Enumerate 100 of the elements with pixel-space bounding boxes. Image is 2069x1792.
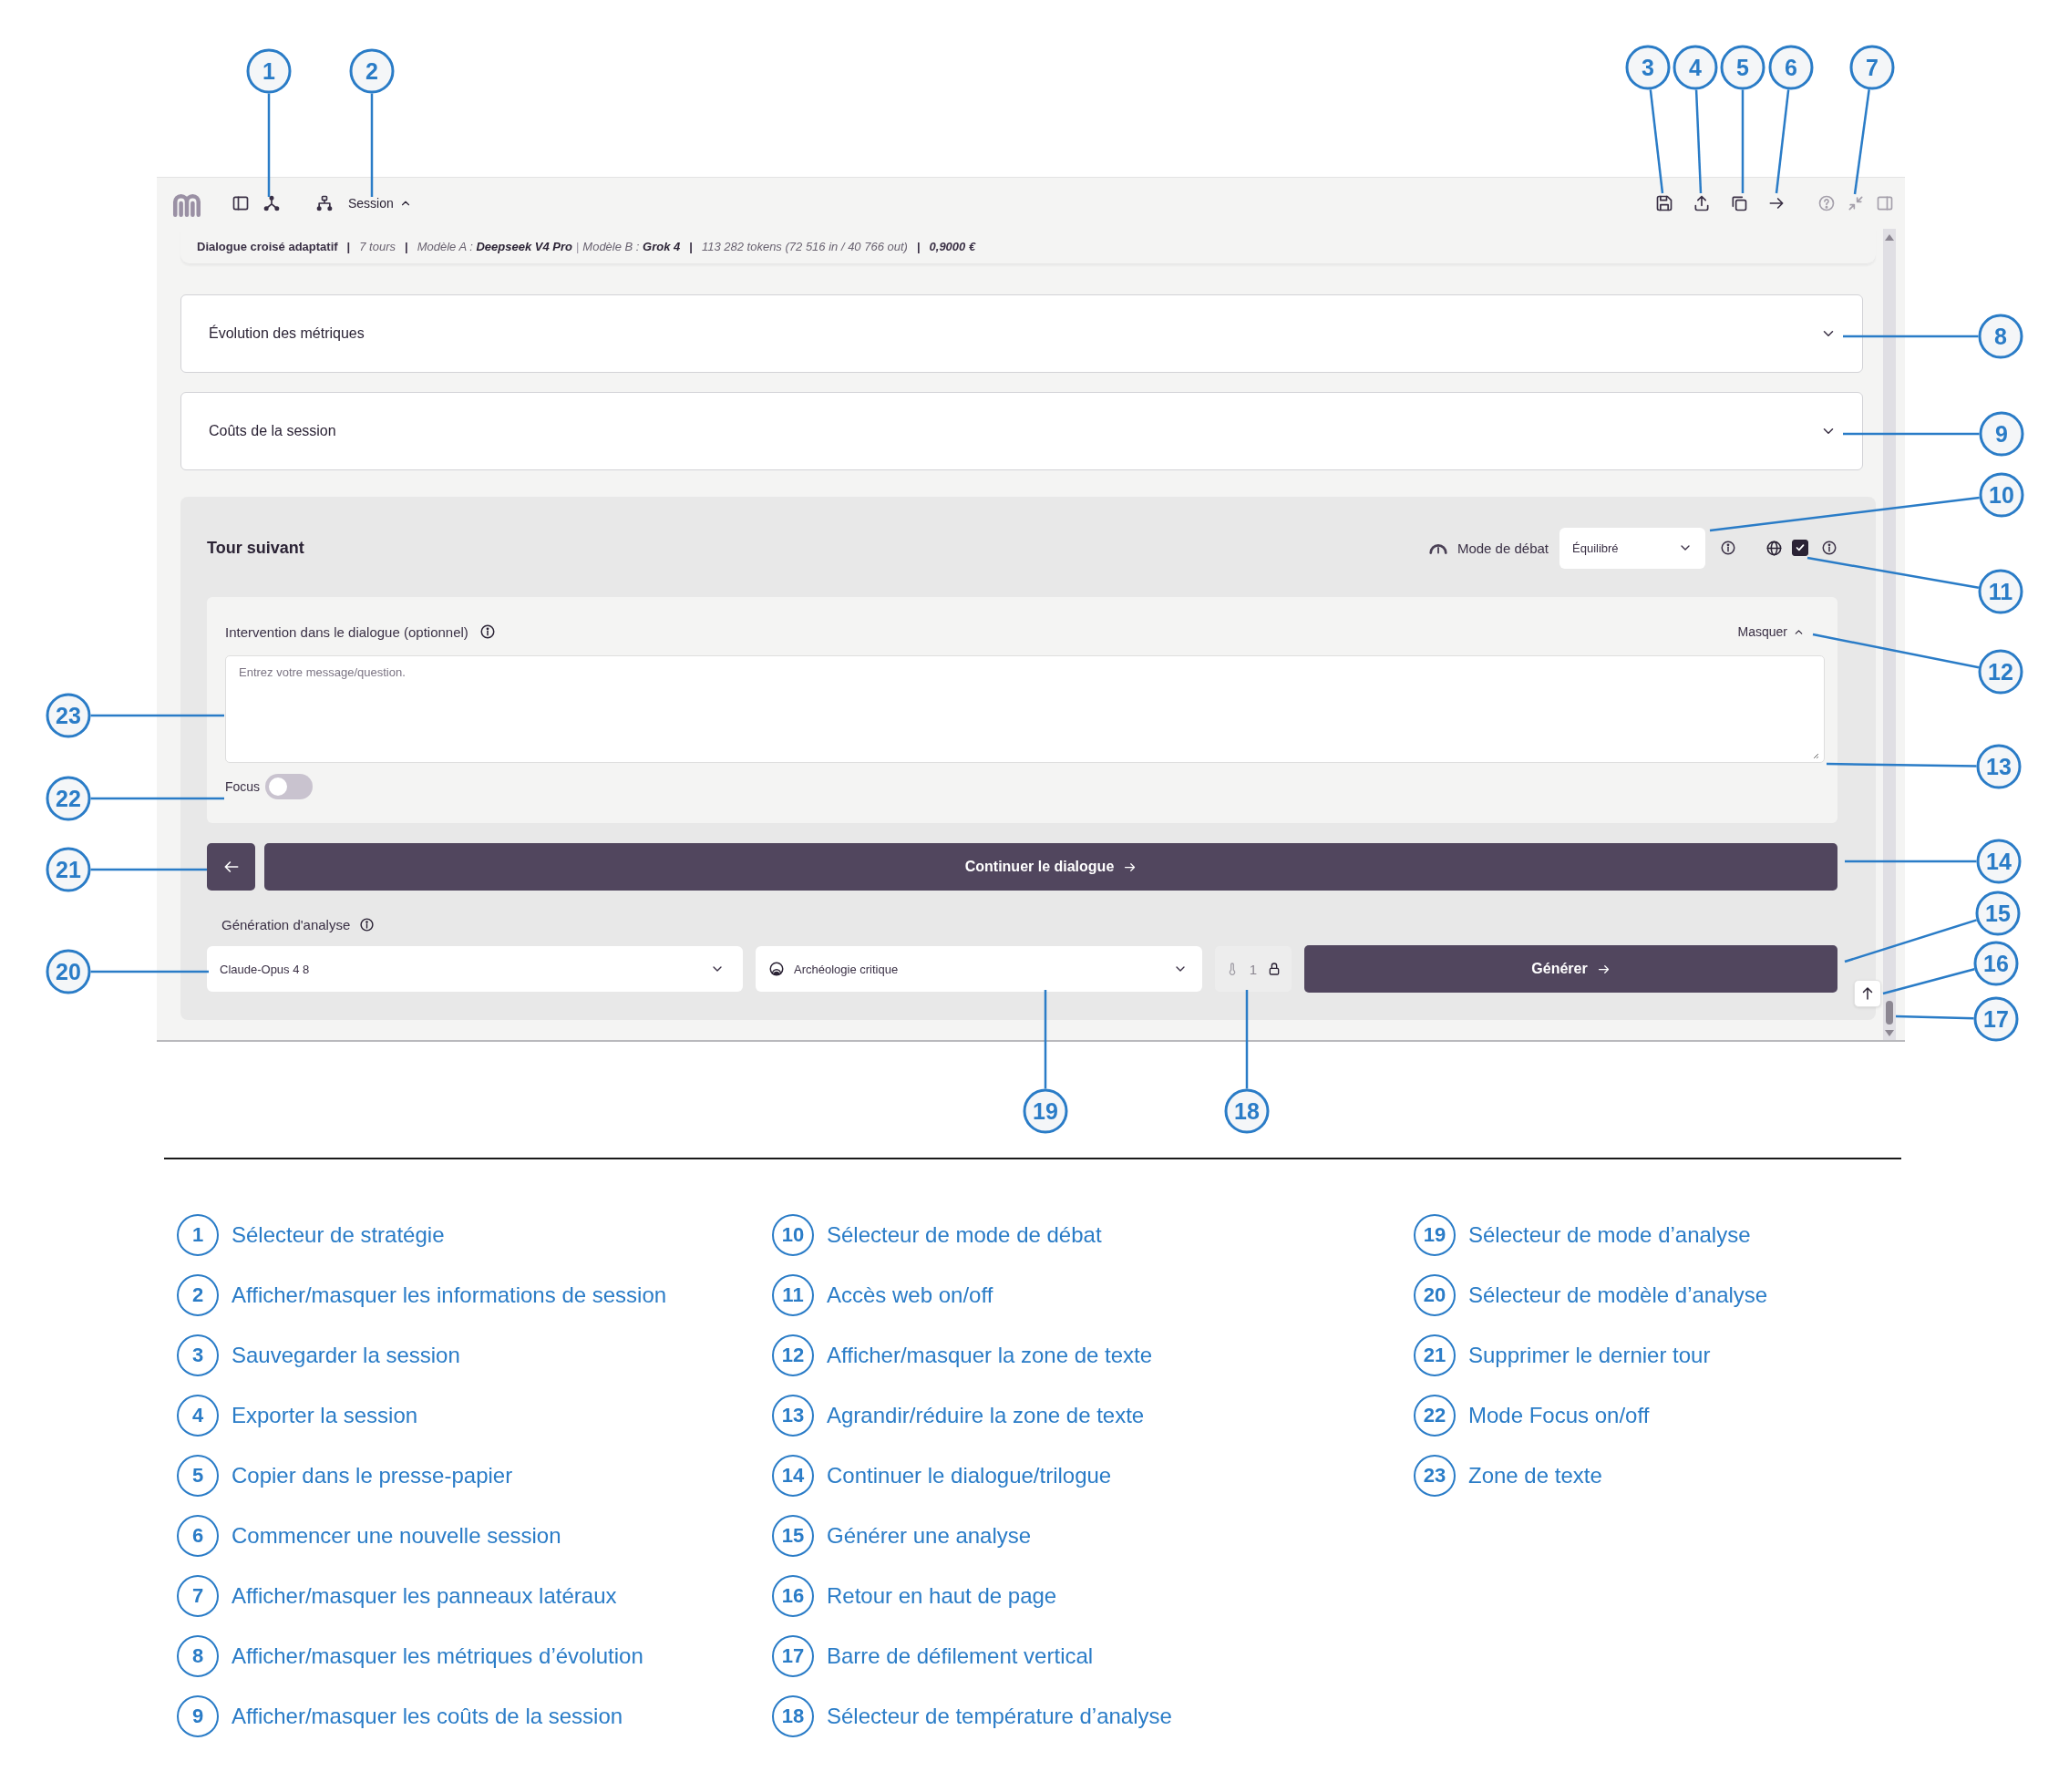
- session-cost: 0,9000 €: [929, 239, 976, 253]
- legend-number: 6: [177, 1515, 219, 1557]
- legend-label: Agrandir/réduire la zone de texte: [827, 1403, 1145, 1428]
- legend-number: 23: [1414, 1455, 1456, 1497]
- legend-number: 14: [772, 1455, 814, 1497]
- copy-icon[interactable]: [1730, 194, 1748, 212]
- info-icon[interactable]: [359, 916, 376, 932]
- back-button[interactable]: [207, 843, 255, 891]
- legend-label: Afficher/masquer les coûts de la session: [232, 1704, 623, 1729]
- legend-label: Copier dans le presse-papier: [232, 1463, 513, 1488]
- branch-icon[interactable]: [262, 194, 281, 212]
- legend-label: Sélecteur de température d’analyse: [827, 1704, 1172, 1729]
- separator: |: [575, 239, 580, 253]
- toggle-label: Focus: [225, 779, 261, 794]
- field-label: Mode de débat: [1457, 540, 1549, 556]
- info-icon[interactable]: [479, 623, 496, 640]
- legend-number: 7: [177, 1575, 219, 1617]
- legend-number: 21: [1414, 1334, 1456, 1376]
- session-menu[interactable]: Session: [348, 196, 412, 211]
- panel-title: Coûts de la session: [209, 423, 336, 439]
- legend-label: Sélecteur de stratégie: [232, 1222, 445, 1248]
- callout-marker: 10: [1979, 472, 2024, 518]
- legend-number: 5: [177, 1455, 219, 1497]
- callout-marker: 13: [1976, 744, 2022, 789]
- legend-label: Commencer une nouvelle session: [232, 1523, 561, 1549]
- callout-marker: 17: [1973, 996, 2019, 1042]
- continue-button[interactable]: Continuer le dialogue: [264, 843, 1837, 891]
- legend-number: 2: [177, 1274, 219, 1316]
- legend-label: Sélecteur de mode d’analyse: [1468, 1222, 1751, 1248]
- callout-marker: 8: [1978, 314, 2023, 359]
- callout-marker: 11: [1978, 569, 2023, 614]
- legend-number: 10: [772, 1214, 814, 1256]
- callout-marker: 20: [46, 949, 91, 994]
- legend-label: Barre de défilement vertical: [827, 1643, 1094, 1669]
- callout-marker: 9: [1979, 411, 2024, 457]
- legend-label: Zone de texte: [1468, 1463, 1602, 1488]
- session-title: Dialogue croisé adaptatif: [197, 239, 338, 253]
- session-meta: 7 tours: [359, 239, 396, 253]
- legend-number: 4: [177, 1395, 219, 1437]
- callout-marker: 23: [46, 693, 91, 738]
- separator: |: [405, 239, 408, 253]
- save-icon[interactable]: [1655, 194, 1673, 212]
- legend-label: Supprimer le dernier tour: [1468, 1343, 1711, 1368]
- legend-label: Accès web on/off: [827, 1282, 993, 1308]
- legend-number: 19: [1414, 1214, 1456, 1256]
- debate-mode-select[interactable]: Équilibré: [1559, 527, 1705, 569]
- legend-label: Sélecteur de modèle d’analyse: [1468, 1282, 1768, 1308]
- callout-marker: 6: [1768, 45, 1814, 90]
- model-select[interactable]: Claude-Opus 4 8: [207, 946, 743, 992]
- legend-number: 16: [772, 1575, 814, 1617]
- separator: |: [346, 239, 351, 253]
- sidebar-icon[interactable]: [232, 194, 250, 212]
- callout-marker: 22: [46, 776, 91, 821]
- info-icon[interactable]: [1821, 540, 1837, 556]
- analysis-mode-select[interactable]: Archéologie critique: [756, 946, 1202, 992]
- legend-number: 15: [772, 1515, 814, 1557]
- callout-marker: 1: [246, 48, 292, 94]
- legend-label: Afficher/masquer les panneaux latéraux: [232, 1583, 617, 1609]
- legend-label: Continuer le dialogue/trilogue: [827, 1463, 1112, 1488]
- session-meta: Modèle A : Deepseek V4 Pro: [417, 239, 572, 253]
- scroll-top-button[interactable]: [1854, 980, 1881, 1007]
- panel-title: Évolution des métriques: [209, 325, 365, 342]
- legend-number: 13: [772, 1395, 814, 1437]
- hide-toggle[interactable]: Masquer: [1737, 624, 1805, 639]
- generate-button[interactable]: Générer: [1304, 945, 1837, 993]
- legend-number: 18: [772, 1695, 814, 1737]
- legend-label: Mode Focus on/off: [1468, 1403, 1650, 1428]
- info-icon[interactable]: [1720, 540, 1736, 556]
- callout-marker: 21: [46, 847, 91, 892]
- section-title: Tour suivant: [207, 538, 304, 558]
- legend-number: 20: [1414, 1274, 1456, 1316]
- session-meta: 113 282 tokens (72 516 in / 40 766 out): [701, 239, 908, 253]
- message-textarea[interactable]: Entrez votre message/question.: [225, 655, 1825, 763]
- collapsible-panel[interactable]: Coûts de la session: [180, 392, 1863, 470]
- field-label: Intervention dans le dialogue (optionnel): [225, 623, 468, 640]
- callout-marker: 4: [1673, 45, 1718, 90]
- legend-number: 9: [177, 1695, 219, 1737]
- focus-toggle[interactable]: [265, 774, 314, 799]
- callout-marker: 16: [1973, 941, 2019, 986]
- upload-icon[interactable]: [1693, 194, 1711, 212]
- legend-number: 17: [772, 1635, 814, 1677]
- session-meta: Modèle B : Grok 4: [582, 239, 681, 253]
- callout-marker: 12: [1978, 649, 2023, 695]
- field-label: Génération d'analyse: [221, 916, 351, 932]
- separator: |: [916, 239, 921, 253]
- legend-number: 22: [1414, 1395, 1456, 1437]
- legend-number: 12: [772, 1334, 814, 1376]
- network-icon[interactable]: [315, 194, 334, 212]
- callout-marker: 15: [1975, 891, 2021, 936]
- legend-label: Générer une analyse: [827, 1523, 1032, 1549]
- legend-label: Afficher/masquer les métriques d’évolution: [232, 1643, 643, 1669]
- legend-number: 11: [772, 1274, 814, 1316]
- legend-label: Sauvegarder la session: [232, 1343, 460, 1368]
- legend-label: Exporter la session: [232, 1403, 418, 1428]
- separator: |: [689, 239, 693, 253]
- collapsible-panel[interactable]: Évolution des métriques: [180, 294, 1863, 373]
- callout-marker: 7: [1849, 45, 1895, 90]
- callout-marker: 5: [1720, 45, 1765, 90]
- scrollbar[interactable]: [1883, 229, 1896, 1040]
- arch-icon: [768, 961, 785, 977]
